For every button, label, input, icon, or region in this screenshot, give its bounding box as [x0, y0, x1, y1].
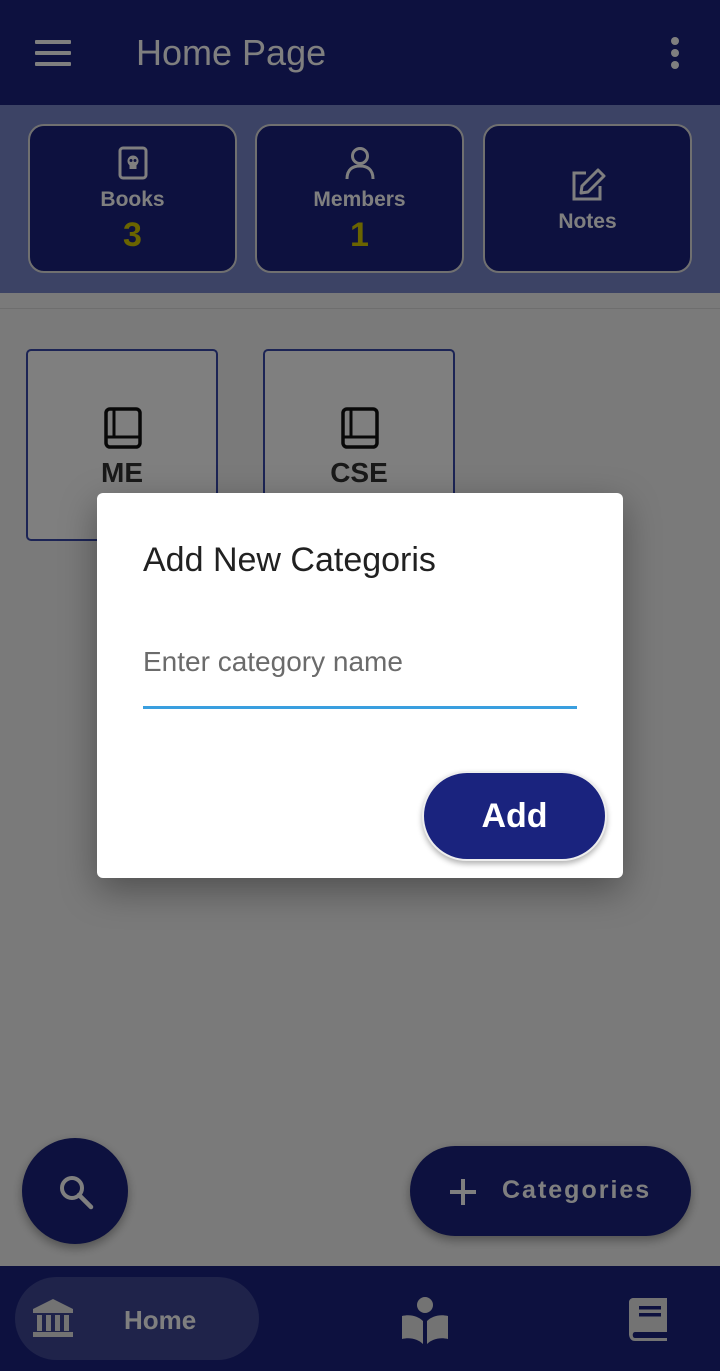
- add-category-dialog: Add New Categoris Add: [97, 493, 623, 878]
- category-name-input[interactable]: [143, 633, 577, 709]
- dialog-title: Add New Categoris: [143, 541, 436, 579]
- add-button[interactable]: Add: [422, 771, 607, 861]
